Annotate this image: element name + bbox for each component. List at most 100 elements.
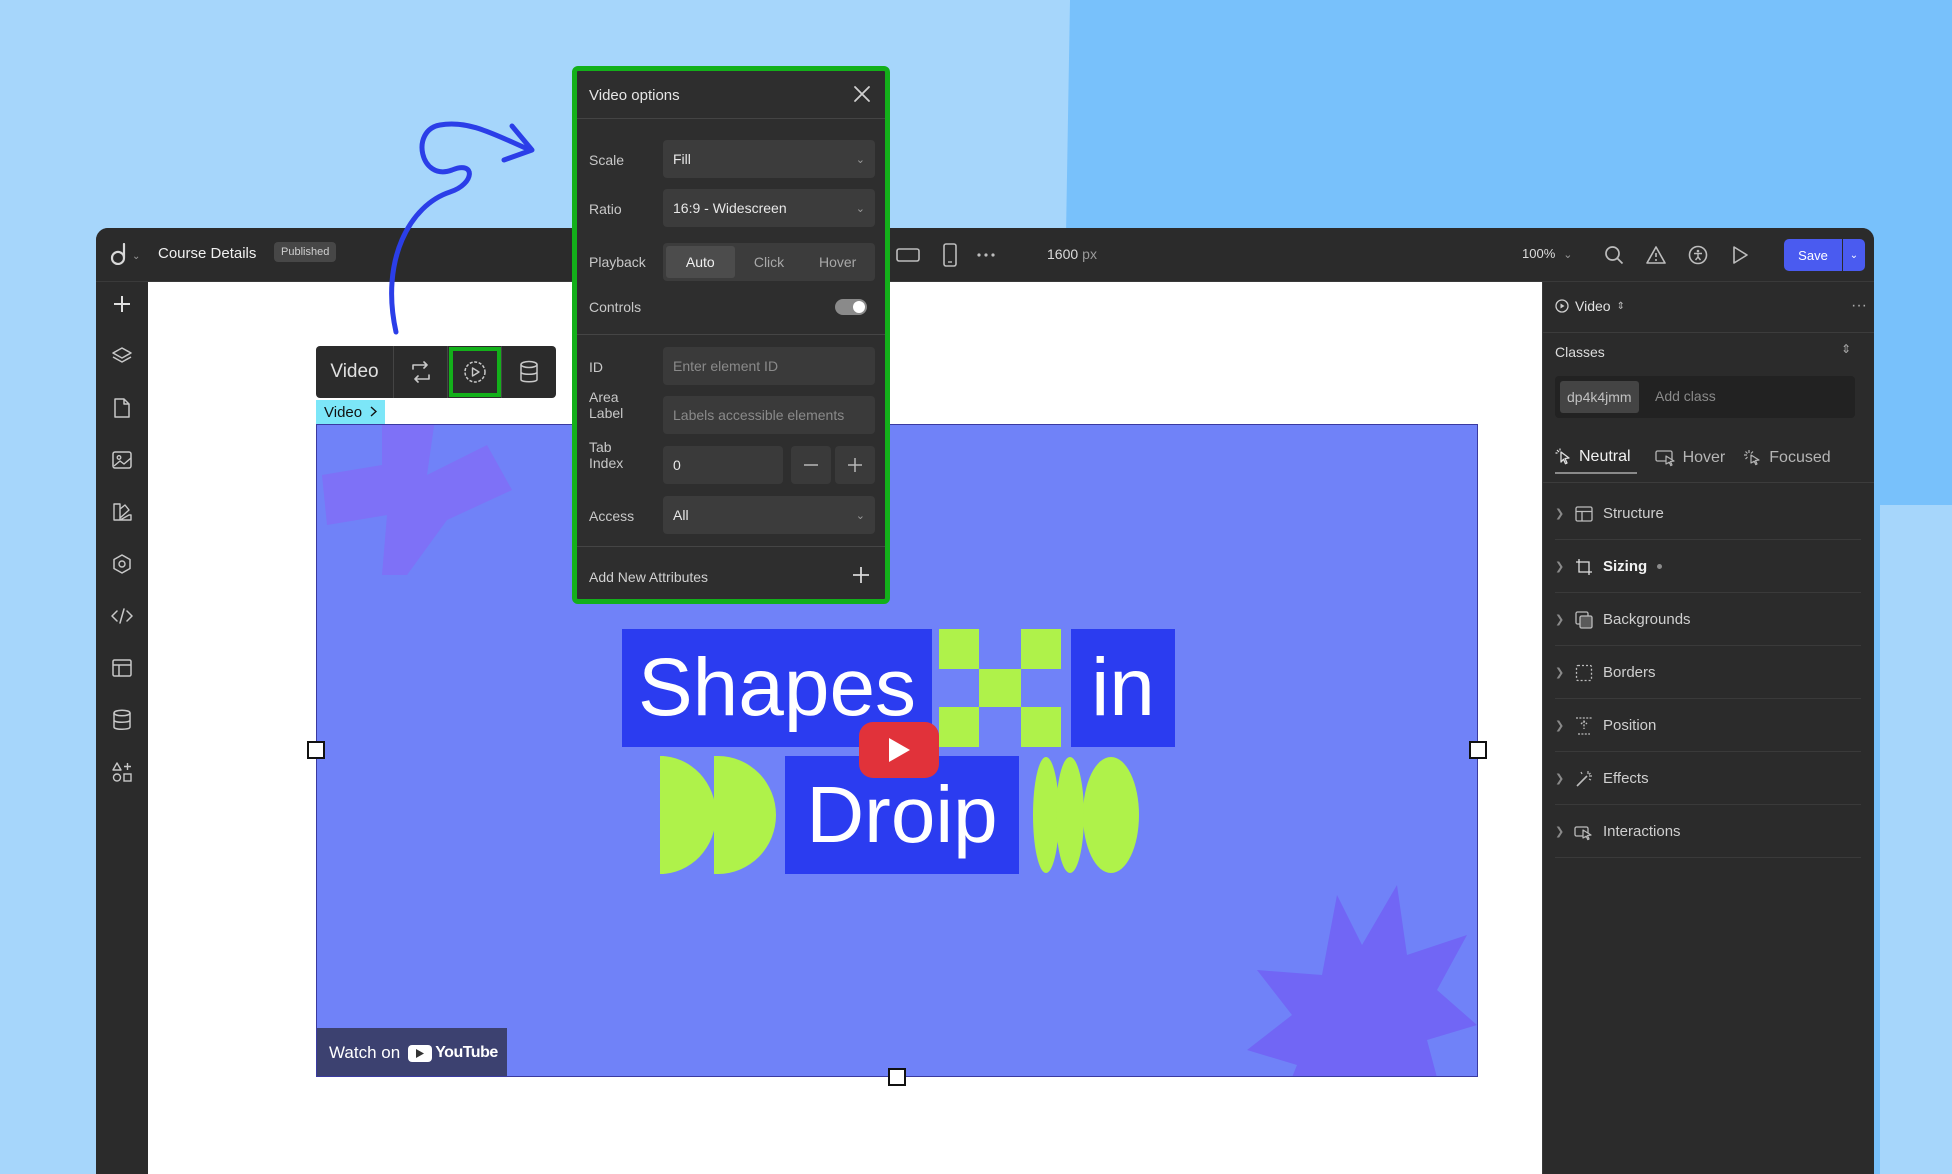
replace-icon[interactable] <box>394 346 448 398</box>
access-label: Access <box>589 508 635 524</box>
scale-select[interactable]: Fill ⌄ <box>663 140 875 178</box>
youtube-wordmark: YouTube <box>435 1044 498 1061</box>
divider <box>577 546 885 547</box>
resize-handle-bottom[interactable] <box>888 1068 906 1086</box>
playback-hover-option[interactable]: Hover <box>803 246 872 278</box>
video-settings-icon[interactable] <box>448 346 502 398</box>
element-toolbar-label: Video <box>316 346 394 398</box>
more-icon[interactable]: ··· <box>1851 297 1867 315</box>
tab-index-label: Tab Index <box>589 439 623 471</box>
zoom-select[interactable]: 100% ⌄ <box>1522 246 1572 261</box>
warning-icon[interactable] <box>1642 241 1670 269</box>
panel-element-name[interactable]: Video <box>1575 298 1611 314</box>
resize-handle-left[interactable] <box>307 741 325 759</box>
structure-icon <box>1573 503 1595 525</box>
tab-focused-label: Focused <box>1769 449 1831 466</box>
tab-focused[interactable]: Focused <box>1743 442 1831 474</box>
area-label-label: Area Label <box>589 389 623 421</box>
search-icon[interactable] <box>1600 241 1628 269</box>
youtube-play-icon <box>408 1044 433 1062</box>
green-half-circles-shape <box>660 756 776 874</box>
section-structure[interactable]: ❯ Structure <box>1555 488 1861 540</box>
components-icon[interactable] <box>106 548 138 580</box>
save-button[interactable]: Save <box>1784 239 1842 271</box>
decorative-burst-shape <box>1247 885 1477 1076</box>
database-icon[interactable] <box>106 704 138 736</box>
close-icon[interactable] <box>851 83 873 105</box>
effects-icon <box>1573 768 1595 790</box>
cursor-click-icon <box>1555 448 1570 465</box>
playback-click-option[interactable]: Click <box>735 246 804 278</box>
viewport-unit: px <box>1082 246 1097 262</box>
area-label-line-1: Area <box>589 389 619 405</box>
apps-icon[interactable] <box>106 756 138 788</box>
green-ovals-shape <box>1033 757 1139 873</box>
area-label-input[interactable] <box>663 396 875 434</box>
database-icon[interactable] <box>502 346 556 398</box>
add-attribute-plus-icon[interactable] <box>849 563 873 587</box>
page-title[interactable]: Course Details <box>158 245 256 262</box>
selected-element-tag[interactable]: Video <box>316 400 386 424</box>
chevron-right-icon <box>370 404 378 421</box>
youtube-play-button[interactable] <box>859 722 939 778</box>
add-icon[interactable] <box>106 288 138 320</box>
accessibility-icon[interactable] <box>1684 241 1712 269</box>
section-backgrounds-label: Backgrounds <box>1603 611 1691 628</box>
popup-header: Video options <box>577 71 885 119</box>
section-position[interactable]: ❯ Position <box>1555 700 1861 752</box>
section-sizing[interactable]: ❯ Sizing <box>1555 541 1861 593</box>
section-backgrounds[interactable]: ❯ Backgrounds <box>1555 594 1861 646</box>
sort-icon[interactable]: ⇕ <box>1617 301 1625 312</box>
viewport-width-value: 1600 <box>1047 246 1079 262</box>
app-window: ⌄ Course Details Published 1600 px 100% ⌄ <box>96 228 1874 1174</box>
panel-header: Video ⇕ ··· <box>1555 292 1867 320</box>
tab-index-input[interactable]: 0 <box>663 446 783 484</box>
decrement-button[interactable] <box>791 446 831 484</box>
class-input[interactable]: dp4k4jmm Add class <box>1555 376 1855 418</box>
media-icon[interactable] <box>106 444 138 476</box>
tab-hover-label: Hover <box>1682 449 1726 466</box>
video-icon <box>1555 299 1569 313</box>
tab-hover[interactable]: Hover <box>1654 442 1726 474</box>
layers-icon[interactable] <box>106 340 138 372</box>
play-preview-icon[interactable] <box>1726 241 1754 269</box>
watch-on-youtube-button[interactable]: Watch on YouTube <box>317 1028 507 1076</box>
tab-index-value: 0 <box>673 457 681 473</box>
more-icon[interactable] <box>972 241 1000 269</box>
templates-icon[interactable] <box>106 652 138 684</box>
tab-neutral[interactable]: Neutral <box>1555 442 1637 474</box>
section-effects[interactable]: ❯ Effects <box>1555 753 1861 805</box>
save-options-chevron-icon[interactable]: ⌄ <box>1843 239 1865 271</box>
chevron-down-icon: ⌄ <box>132 251 141 262</box>
mobile-icon[interactable] <box>936 241 964 269</box>
section-interactions-label: Interactions <box>1603 823 1681 840</box>
resize-handle-right[interactable] <box>1469 741 1487 759</box>
video-element[interactable]: Shapes in Droip Watch on YouTube <box>316 424 1478 1077</box>
hover-icon <box>1654 450 1675 467</box>
viewport-width[interactable]: 1600 px <box>1047 246 1097 262</box>
element-toolbar: Video <box>316 346 556 398</box>
section-borders[interactable]: ❯ Borders <box>1555 647 1861 699</box>
add-class-placeholder[interactable]: Add class <box>1655 388 1716 404</box>
background-shape-2 <box>1880 505 1952 1174</box>
watch-on-label: Watch on <box>329 1043 401 1062</box>
droip-logo-icon[interactable]: ⌄ <box>110 242 148 267</box>
borders-icon <box>1573 662 1595 684</box>
pages-icon[interactable] <box>106 392 138 424</box>
playback-segmented-control: Auto Click Hover <box>663 243 875 281</box>
code-icon[interactable] <box>106 600 138 632</box>
ratio-select[interactable]: 16:9 - Widescreen ⌄ <box>663 189 875 227</box>
ratio-label: Ratio <box>589 201 622 217</box>
section-borders-label: Borders <box>1603 664 1656 681</box>
increment-button[interactable] <box>835 446 875 484</box>
access-select[interactable]: All ⌄ <box>663 496 875 534</box>
section-interactions[interactable]: ❯ Interactions <box>1555 806 1861 858</box>
focus-icon <box>1744 450 1760 466</box>
controls-toggle[interactable] <box>835 299 867 315</box>
styles-icon[interactable] <box>106 496 138 528</box>
element-id-input[interactable] <box>663 347 875 385</box>
playback-auto-option[interactable]: Auto <box>666 246 735 278</box>
class-chip[interactable]: dp4k4jmm <box>1560 381 1639 413</box>
expand-collapse-icon[interactable]: ⇕ <box>1841 342 1851 356</box>
tablet-landscape-icon[interactable] <box>894 241 922 269</box>
